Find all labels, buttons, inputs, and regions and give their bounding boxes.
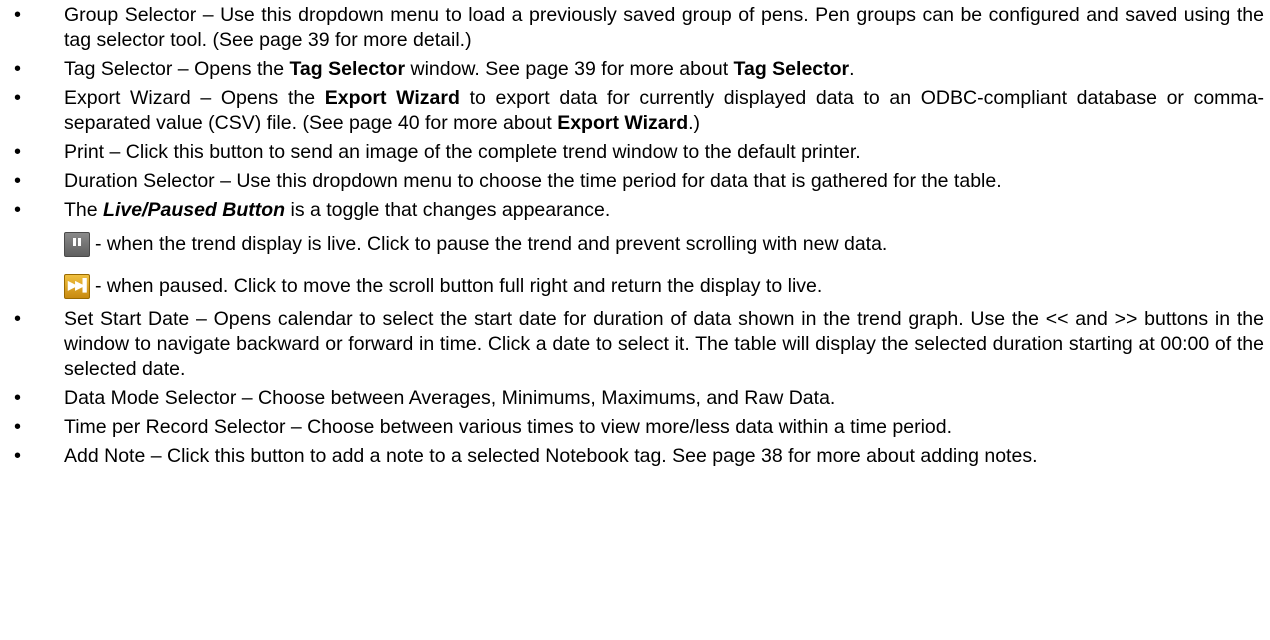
bold-term: Tag Selector [289, 58, 406, 80]
bullet: • [14, 58, 22, 80]
text-run: .) [688, 112, 701, 134]
bold-term: Tag Selector [733, 58, 850, 80]
pause-icon [64, 231, 90, 257]
list-item-group-selector: • Group Selector – Use this dropdown men… [0, 3, 1270, 53]
text-run: Export Wizard – Opens the [64, 87, 325, 109]
item-text: Data Mode Selector – Choose between Aver… [64, 387, 836, 409]
list-item-export-wizard: • Export Wizard – Opens the Export Wizar… [0, 86, 1270, 136]
bullet: • [14, 170, 22, 192]
text-run: is a toggle that changes appearance. [285, 199, 611, 221]
text-run: The [64, 199, 104, 221]
bullet: • [14, 445, 22, 467]
live-state-row: - when the trend display is live. Click … [64, 223, 1264, 265]
item-text: Time per Record Selector – Choose betwee… [64, 416, 953, 438]
item-text: Print – Click this button to send an ima… [64, 141, 861, 163]
bullet: • [14, 416, 22, 438]
list-item-tag-selector: • Tag Selector – Opens the Tag Selector … [0, 57, 1270, 82]
text-run: Tag Selector – Opens the [64, 58, 290, 80]
play-icon: ▶▶▌ [64, 273, 91, 299]
bullet: • [14, 387, 22, 409]
paused-state-row: ▶▶▌ - when paused. Click to move the scr… [64, 265, 1264, 307]
item-text: Duration Selector – Use this dropdown me… [64, 170, 1002, 192]
text-run: . [849, 58, 855, 80]
bullet: • [14, 141, 22, 163]
live-state-text: - when the trend display is live. Click … [95, 232, 888, 255]
list-item-add-note: • Add Note – Click this button to add a … [0, 444, 1270, 469]
item-text: Export Wizard – Opens the Export Wizard … [64, 86, 1264, 136]
item-text: Tag Selector – Opens the Tag Selector wi… [64, 57, 1264, 82]
list-item-print: • Print – Click this button to send an i… [0, 140, 1270, 165]
bullet: • [14, 87, 22, 109]
bold-italic-term: Live/Paused Button [103, 199, 286, 221]
list-item-duration-selector: • Duration Selector – Use this dropdown … [0, 169, 1270, 194]
item-text: Group Selector – Use this dropdown menu … [64, 4, 1264, 51]
text-run: window. See page 39 for more about [405, 58, 734, 80]
bold-term: Export Wizard [557, 112, 689, 134]
bullet: • [14, 199, 22, 221]
item-text: Set Start Date – Opens calendar to selec… [64, 308, 1264, 380]
bullet: • [14, 4, 22, 26]
play-glyph: ▶▶▌ [68, 277, 91, 292]
list-item-set-start-date: • Set Start Date – Opens calendar to sel… [0, 307, 1270, 382]
manual-page: • Group Selector – Use this dropdown men… [0, 0, 1270, 640]
item-text: Add Note – Click this button to add a no… [64, 445, 1038, 467]
list-item-live-paused: • The Live/Paused Button is a toggle tha… [0, 198, 1270, 307]
item-text: The Live/Paused Button is a toggle that … [64, 198, 1264, 223]
bold-term: Export Wizard [324, 87, 460, 109]
paused-state-text: - when paused. Click to move the scroll … [95, 274, 823, 297]
list-item-data-mode-selector: • Data Mode Selector – Choose between Av… [0, 386, 1270, 411]
bullet: • [14, 308, 22, 330]
feature-list: • Group Selector – Use this dropdown men… [0, 3, 1270, 469]
list-item-time-per-record: • Time per Record Selector – Choose betw… [0, 415, 1270, 440]
